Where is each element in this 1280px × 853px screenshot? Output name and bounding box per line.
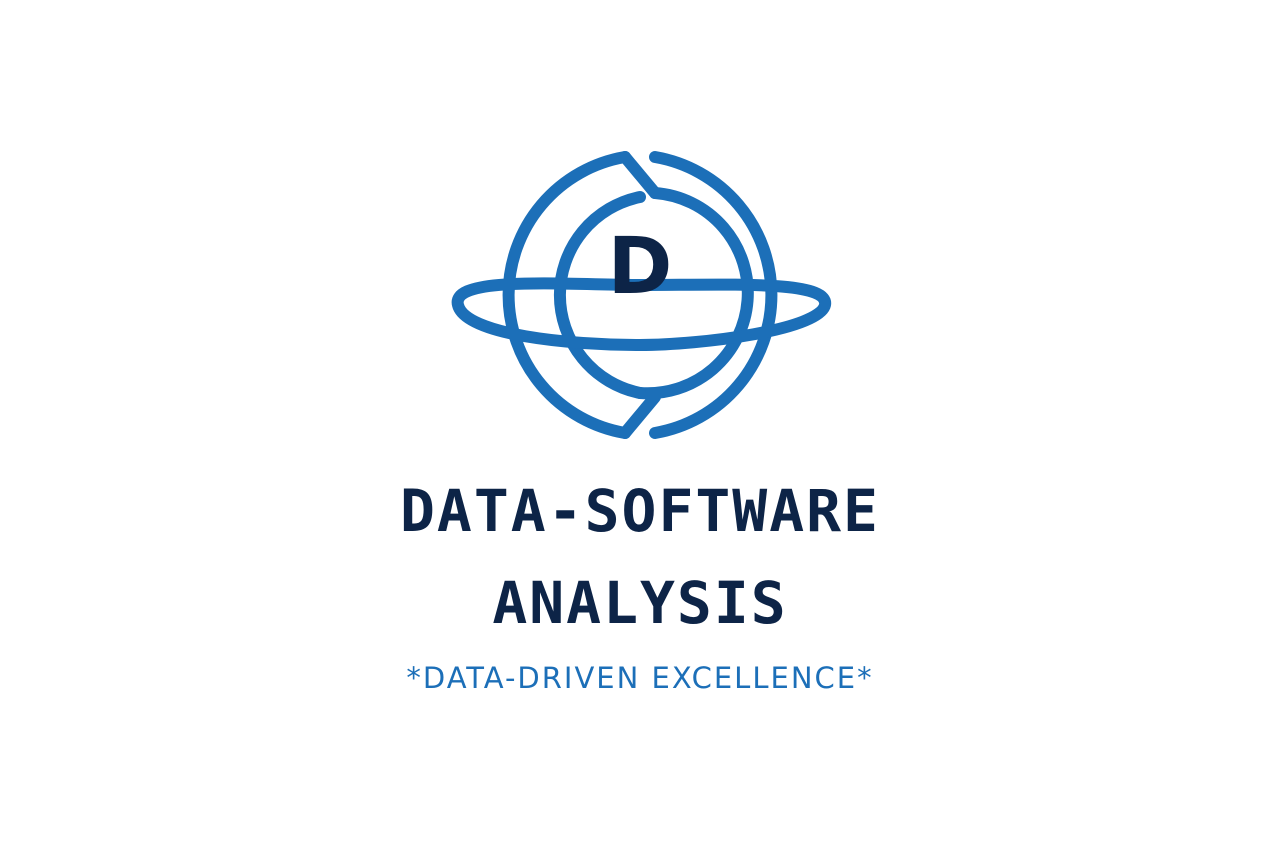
brand-name-line-1: DATA-SOFTWARE [400, 477, 880, 545]
tagline: *DATA-DRIVEN EXCELLENCE* [406, 661, 874, 695]
brand-name-line-2: ANALYSIS [492, 569, 788, 637]
logo-monogram: D [607, 222, 673, 312]
logo: D DATA-SOFTWARE ANALYSIS *DATA-DRIVEN EX… [0, 0, 1280, 853]
